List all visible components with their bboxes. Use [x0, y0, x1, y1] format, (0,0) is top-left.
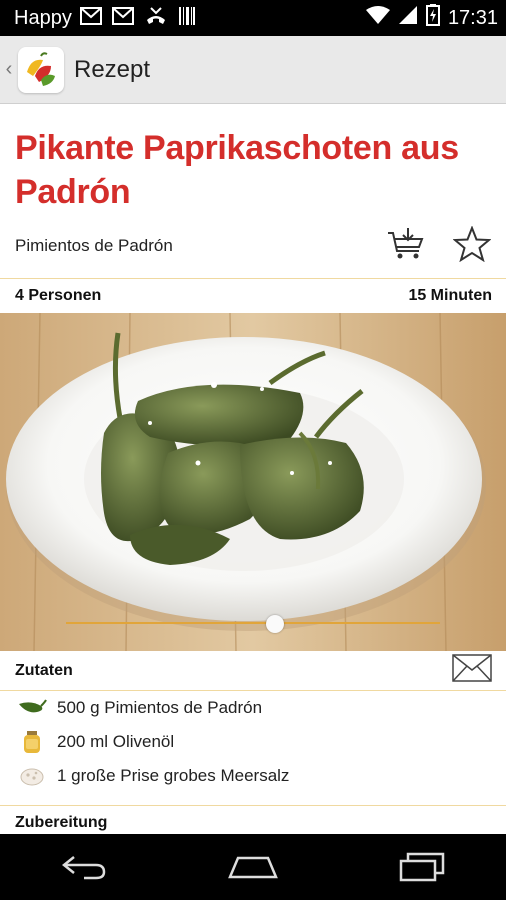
oil-jar-icon: [17, 729, 47, 755]
servings: 4 Personen: [15, 287, 102, 304]
barcode-icon: [178, 6, 196, 31]
gallery-track: [66, 622, 440, 624]
recent-apps-icon: [399, 852, 444, 882]
recipe-content[interactable]: Pikante Paprikaschoten aus Padrón Pimien…: [0, 104, 506, 834]
pimientos-plate-photo: [0, 313, 506, 651]
favorite-button[interactable]: [452, 224, 492, 267]
ingredient-text: 1 große Prise grobes Meersalz: [57, 766, 290, 785]
back-arrow-icon: [62, 856, 106, 880]
recipe-photo[interactable]: [0, 313, 506, 651]
status-bar: Happy 17:31: [0, 0, 506, 36]
subtitle-row: Pimientos de Padrón: [0, 214, 506, 278]
back-chevron-icon[interactable]: ‹: [2, 36, 16, 104]
battery-charging-icon: [425, 4, 440, 32]
salt-icon: [17, 763, 47, 789]
list-item: 200 ml Olivenöl: [0, 725, 506, 759]
ingredients-header: Zutaten: [0, 651, 506, 691]
recipe-subtitle: Pimientos de Padrón: [15, 236, 173, 255]
preparation-header: Zubereitung: [0, 805, 506, 834]
gmail-icon: [111, 6, 134, 30]
home-icon: [228, 856, 278, 879]
recent-apps-button[interactable]: [382, 834, 462, 900]
wifi-icon: [365, 5, 390, 31]
cooking-time: 15 Minuten: [408, 287, 492, 304]
envelope-icon: [452, 654, 492, 682]
page-title: Rezept: [74, 55, 151, 83]
green-pepper-icon: [17, 695, 47, 721]
action-bar: ‹ Rezept: [0, 36, 506, 104]
carrier-name: Happy: [14, 6, 72, 29]
signal-icon: [398, 5, 418, 31]
clock: 17:31: [447, 6, 498, 29]
missed-call-icon: [144, 6, 168, 31]
ingredient-list: 500 g Pimientos de Padrón 200 ml Olivenö…: [0, 691, 506, 793]
recipe-meta: 4 Personen 15 Minuten: [0, 279, 506, 313]
star-icon: [452, 224, 492, 262]
back-button[interactable]: [44, 834, 124, 900]
ingredient-text: 500 g Pimientos de Padrón: [57, 698, 263, 717]
navigation-bar: [0, 834, 506, 900]
ingredient-text: 200 ml Olivenöl: [57, 732, 175, 751]
peppers-app-logo[interactable]: [18, 46, 64, 93]
recipe-title: Pikante Paprikaschoten aus Padrón: [15, 129, 459, 211]
list-item: 500 g Pimientos de Padrón: [0, 691, 506, 725]
email-ingredients-button[interactable]: [452, 654, 492, 687]
list-item: 1 große Prise grobes Meersalz: [0, 759, 506, 793]
add-to-cart-button[interactable]: [387, 227, 425, 266]
gmail-icon: [79, 6, 102, 30]
ingredients-title: Zutaten: [15, 661, 73, 679]
cart-download-icon: [388, 227, 424, 258]
home-button[interactable]: [213, 834, 293, 900]
